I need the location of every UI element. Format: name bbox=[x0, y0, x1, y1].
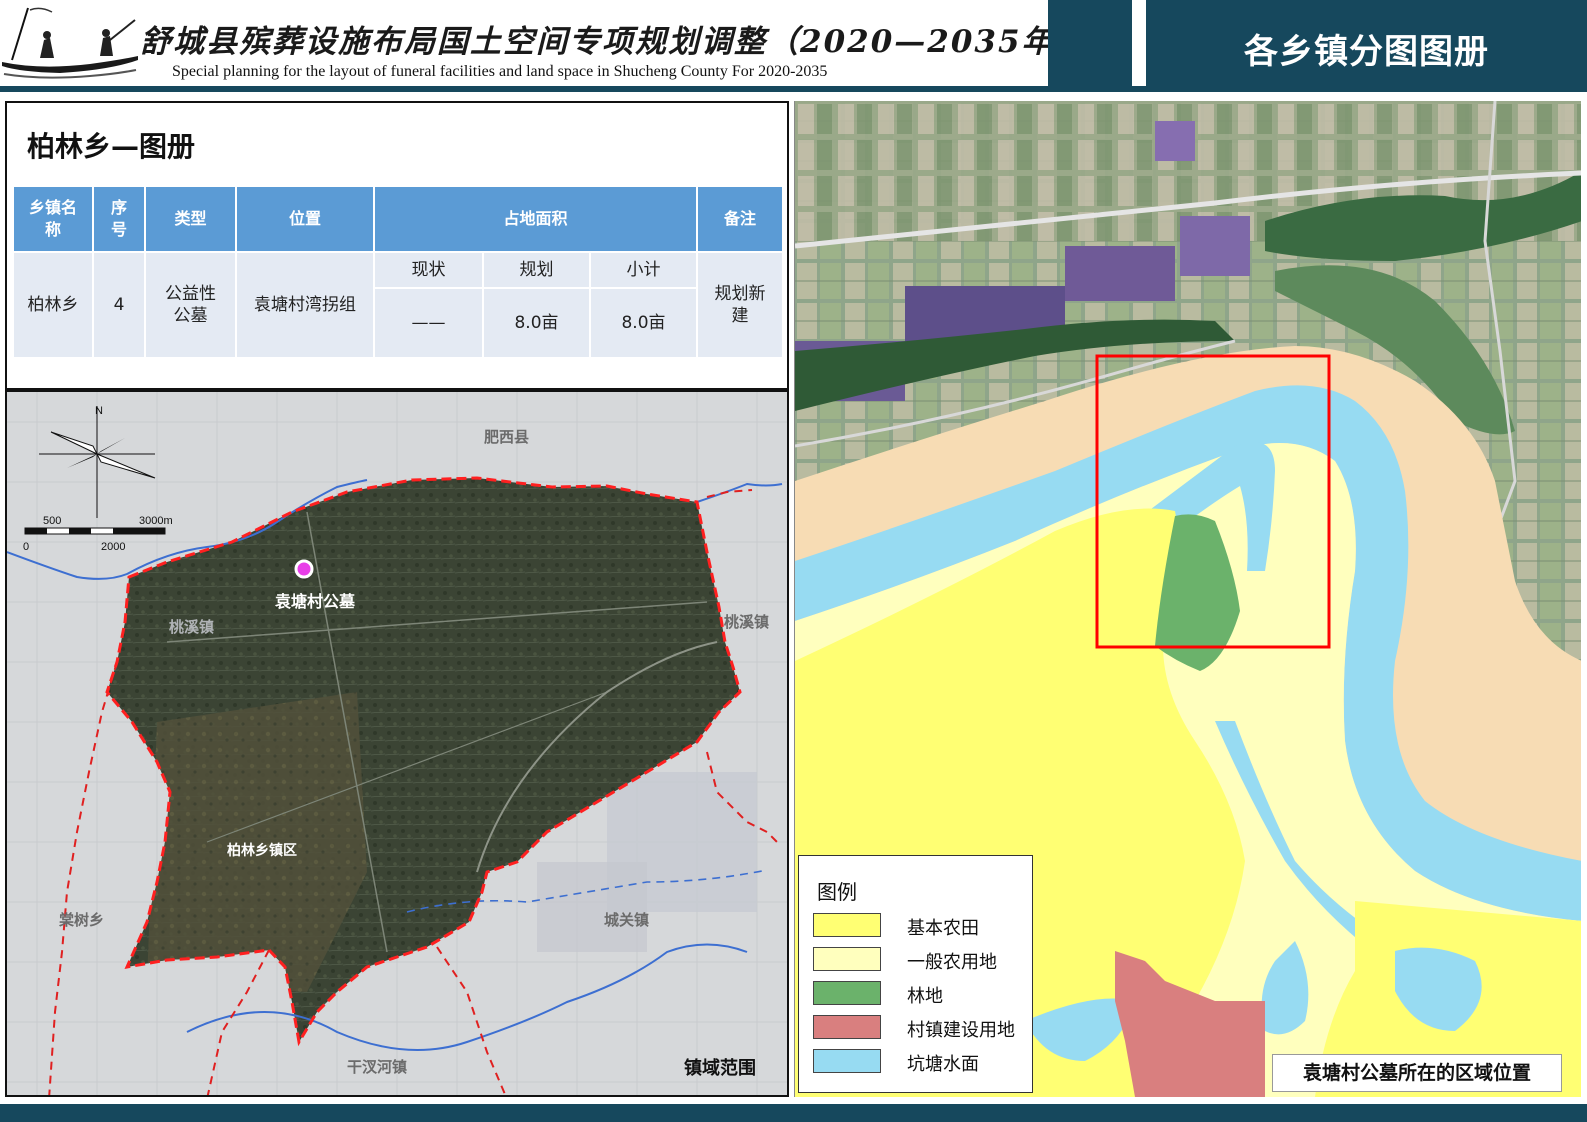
town-map-canvas: N 500 3000m 0 2000 肥西县 桃溪镇 桃溪镇 柏林乡镇区 棠树乡… bbox=[7, 392, 787, 1095]
legend-item-forest: 林地 bbox=[813, 980, 1028, 1008]
scale-label-3000m: 3000m bbox=[139, 515, 173, 527]
legend-swatch bbox=[813, 913, 881, 937]
cemetery-info-table: 乡镇名称 序号 类型 位置 占地面积 备注 柏林乡 4 公益性公墓 袁塘村湾拐组… bbox=[12, 185, 785, 359]
legend-label: 一般农用地 bbox=[907, 952, 997, 973]
legend-item-basic-farmland: 基本农田 bbox=[813, 912, 1028, 940]
legend-label: 林地 bbox=[907, 986, 943, 1007]
place-ganhanhe: 干汊河镇 bbox=[347, 1058, 407, 1076]
cell-type: 公益性公墓 bbox=[144, 251, 237, 359]
header-area: 占地面积 bbox=[372, 185, 699, 253]
subheader-subtotal: 小计 bbox=[588, 251, 699, 289]
scale-label-500: 500 bbox=[43, 515, 61, 527]
legend-swatch bbox=[813, 947, 881, 971]
header-seq: 序号 bbox=[92, 185, 146, 253]
legend-swatch bbox=[813, 1049, 881, 1073]
map-legend: 图例 基本农田 一般农用地 林地 村镇建设用地 坑塘水面 bbox=[798, 855, 1033, 1093]
document-title: 舒城县殡葬设施布局国土空间专项规划调整（2020—2035年） bbox=[140, 24, 1088, 60]
header-accent-strip bbox=[1048, 0, 1144, 86]
legend-swatch bbox=[813, 981, 881, 1005]
legend-label: 村镇建设用地 bbox=[907, 1020, 1015, 1041]
north-label: N bbox=[95, 405, 103, 417]
cell-area-current: —— bbox=[373, 287, 484, 359]
town-boundary-map: N 500 3000m 0 2000 肥西县 桃溪镇 桃溪镇 柏林乡镇区 棠树乡… bbox=[5, 390, 789, 1097]
fishing-boat-logo bbox=[2, 7, 138, 79]
subheader-planned: 规划 bbox=[482, 251, 591, 289]
header-town-name: 乡镇名称 bbox=[12, 185, 94, 253]
legend-item-pond-water: 坑塘水面 bbox=[813, 1048, 1028, 1076]
info-panel: 柏林乡—图册 乡镇名称 序号 类型 位置 占地面积 备注 柏林乡 4 公益性公墓… bbox=[5, 101, 789, 390]
footer-bar bbox=[0, 1104, 1587, 1122]
place-tangshu: 棠树乡 bbox=[58, 911, 104, 929]
cell-remark: 规划新建 bbox=[696, 251, 785, 359]
header-title-area: 舒城县殡葬设施布局国土空间专项规划调整（2020—2035年） Special … bbox=[0, 0, 1086, 86]
cell-seq: 4 bbox=[92, 251, 146, 359]
cemetery-label: 袁塘村公墓 bbox=[274, 592, 356, 611]
site-detail-map: 图例 基本农田 一般农用地 林地 村镇建设用地 坑塘水面 袁塘村公墓所在的区域位… bbox=[794, 101, 1581, 1097]
legend-item-general-farmland: 一般农用地 bbox=[813, 946, 1028, 974]
header-remark: 备注 bbox=[696, 185, 785, 253]
legend-title: 图例 bbox=[817, 880, 857, 904]
cemetery-marker-icon[interactable] bbox=[294, 559, 314, 579]
header-type: 类型 bbox=[144, 185, 237, 253]
header-rule bbox=[0, 86, 1587, 92]
scale-label-2000: 2000 bbox=[101, 541, 125, 553]
cell-location: 袁塘村湾拐组 bbox=[235, 251, 375, 359]
legend-item-construction: 村镇建设用地 bbox=[813, 1014, 1028, 1042]
legend-label: 基本农田 bbox=[907, 918, 979, 939]
cell-area-subtotal: 8.0亩 bbox=[588, 287, 699, 359]
atlas-title: 各乡镇分图图册 bbox=[1244, 32, 1489, 72]
scale-bar bbox=[24, 527, 166, 535]
cell-town-name: 柏林乡 bbox=[12, 251, 94, 359]
section-title: 柏林乡—图册 bbox=[27, 130, 196, 163]
detail-map-caption: 袁塘村公墓所在的区域位置 bbox=[1272, 1054, 1562, 1092]
place-feixi: 肥西县 bbox=[484, 429, 529, 446]
header-location: 位置 bbox=[235, 185, 375, 253]
legend-swatch bbox=[813, 1015, 881, 1039]
page-header: 舒城县殡葬设施布局国土空间专项规划调整（2020—2035年） Special … bbox=[0, 0, 1587, 92]
subheader-current: 现状 bbox=[373, 251, 484, 289]
place-bailin-town: 柏林乡镇区 bbox=[227, 842, 297, 858]
place-taoxi-left: 桃溪镇 bbox=[169, 618, 214, 636]
header-atlas-banner: 各乡镇分图图册 bbox=[1146, 0, 1587, 86]
document-subtitle: Special planning for the layout of funer… bbox=[172, 63, 828, 80]
place-taoxi-right: 桃溪镇 bbox=[724, 613, 769, 631]
town-map-caption: 镇域范围 bbox=[684, 1057, 756, 1078]
cell-area-planned: 8.0亩 bbox=[482, 287, 591, 359]
scale-label-0: 0 bbox=[23, 541, 29, 553]
header-divider bbox=[1132, 0, 1146, 86]
place-chengguan: 城关镇 bbox=[604, 911, 649, 929]
legend-label: 坑塘水面 bbox=[907, 1054, 979, 1075]
